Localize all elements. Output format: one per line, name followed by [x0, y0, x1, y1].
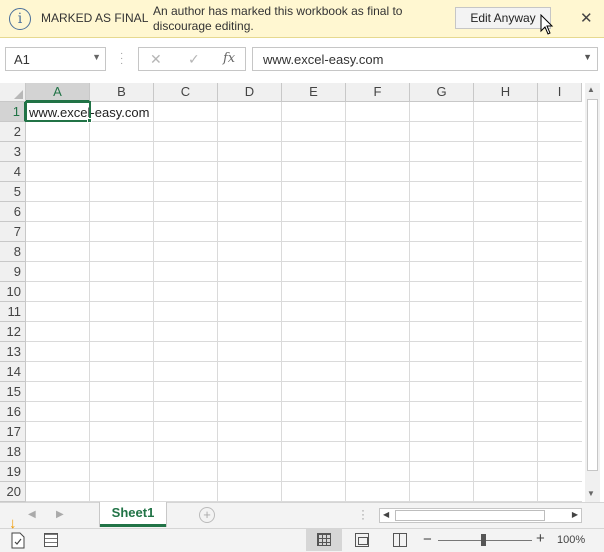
row-header-5[interactable]: 5	[0, 182, 26, 202]
row-header-20[interactable]: 20	[0, 482, 26, 502]
zoom-slider-thumb[interactable]	[481, 534, 486, 546]
sheet-tab-bar: ◀ ▶ Sheet1 + · · · ◀ ▶	[0, 502, 604, 528]
column-header-g[interactable]: G	[410, 83, 474, 102]
horizontal-scroll-thumb[interactable]	[395, 510, 545, 521]
cancel-icon[interactable]: ✕	[150, 51, 162, 68]
column-header-d[interactable]: D	[218, 83, 282, 102]
row-header-7[interactable]: 7	[0, 222, 26, 242]
worksheet-grid[interactable]: ABCDEFGHI 1 2 3 4 5 6 7 8 9 10 11 12 13 14 15 16 17 18 19 2…	[0, 83, 604, 502]
status-bar: ↓ − + 100%	[0, 515, 604, 552]
row-header-12[interactable]: 12	[0, 322, 26, 342]
add-sheet-icon[interactable]: +	[199, 507, 215, 523]
formula-buttons: ✕ ✓ fx	[138, 47, 246, 71]
name-box-value: A1	[14, 52, 30, 67]
vertical-scrollbar[interactable]: ▲ ▼	[585, 83, 600, 502]
row-header-18[interactable]: 18	[0, 442, 26, 462]
column-header-c[interactable]: C	[154, 83, 218, 102]
info-icon: i	[9, 8, 31, 30]
row-header-17[interactable]: 17	[0, 422, 26, 442]
row-header-16[interactable]: 16	[0, 402, 26, 422]
cursor-icon	[540, 14, 554, 35]
name-box[interactable]: A1 ▼	[5, 47, 106, 71]
message-title: MARKED AS FINAL	[41, 11, 149, 25]
formula-area: A1 ▼ · · · ✕ ✓ fx www.excel-easy.com ▼	[0, 39, 604, 83]
sheet-tab-sheet1[interactable]: Sheet1	[100, 502, 166, 527]
function-icon[interactable]: fx	[223, 51, 235, 66]
expand-formula-icon[interactable]: ▼	[583, 52, 592, 62]
sheet-nav-right-icon[interactable]: ▶	[56, 509, 64, 520]
scroll-down-icon[interactable]: ▼	[587, 489, 595, 498]
row-header-10[interactable]: 10	[0, 282, 26, 302]
edit-anyway-button[interactable]: Edit Anyway	[455, 7, 551, 29]
tab-split-handle[interactable]: · · ·	[361, 504, 365, 524]
macro-record-icon[interactable]	[10, 532, 26, 549]
zoom-level[interactable]: 100%	[557, 534, 585, 546]
cell-area[interactable]	[26, 102, 582, 502]
zoom-out-icon[interactable]: −	[423, 531, 432, 548]
enter-icon[interactable]: ✓	[188, 51, 200, 68]
row-header-15[interactable]: 15	[0, 382, 26, 402]
vertical-scroll-thumb[interactable]	[587, 99, 598, 471]
sheet-nav-left-icon[interactable]: ◀	[28, 509, 36, 520]
active-cell-border	[25, 101, 91, 122]
row-header-2[interactable]: 2	[0, 122, 26, 142]
scroll-left-icon[interactable]: ◀	[383, 510, 389, 519]
row-header-13[interactable]: 13	[0, 342, 26, 362]
row-header-1[interactable]: 1	[0, 102, 26, 122]
message-text: An author has marked this workbook as fi…	[153, 4, 403, 33]
row-header-11[interactable]: 11	[0, 302, 26, 322]
select-all-corner[interactable]	[0, 83, 26, 102]
column-header-a[interactable]: A	[26, 83, 90, 102]
normal-view-button[interactable]	[306, 529, 342, 551]
column-header-b[interactable]: B	[90, 83, 154, 102]
close-icon[interactable]: ✕	[580, 9, 593, 27]
fill-handle[interactable]	[87, 118, 92, 123]
formula-value: www.excel-easy.com	[263, 52, 384, 67]
row-header-8[interactable]: 8	[0, 242, 26, 262]
row-header-9[interactable]: 9	[0, 262, 26, 282]
horizontal-scrollbar[interactable]: ◀ ▶	[379, 508, 582, 523]
row-header-4[interactable]: 4	[0, 162, 26, 182]
arrow-down-icon: ↓	[9, 515, 17, 532]
column-header-f[interactable]: F	[346, 83, 410, 102]
dropdown-icon[interactable]: ▼	[92, 52, 101, 62]
column-header-h[interactable]: H	[474, 83, 538, 102]
row-header-6[interactable]: 6	[0, 202, 26, 222]
scroll-up-icon[interactable]: ▲	[587, 85, 595, 94]
row-header-14[interactable]: 14	[0, 362, 26, 382]
formula-input[interactable]: www.excel-easy.com ▼	[252, 47, 598, 71]
separator-dots[interactable]: · · ·	[120, 49, 123, 69]
column-header-e[interactable]: E	[282, 83, 346, 102]
scroll-right-icon[interactable]: ▶	[572, 510, 578, 519]
zoom-in-icon[interactable]: +	[536, 530, 545, 547]
page-layout-view-icon[interactable]	[355, 533, 369, 547]
row-header-19[interactable]: 19	[0, 462, 26, 482]
page-icon[interactable]	[44, 533, 58, 547]
message-bar: i MARKED AS FINAL An author has marked t…	[0, 0, 604, 38]
column-header-i[interactable]: I	[538, 83, 582, 102]
normal-view-icon	[317, 533, 331, 546]
page-break-view-icon[interactable]	[393, 533, 407, 547]
row-header-3[interactable]: 3	[0, 142, 26, 162]
